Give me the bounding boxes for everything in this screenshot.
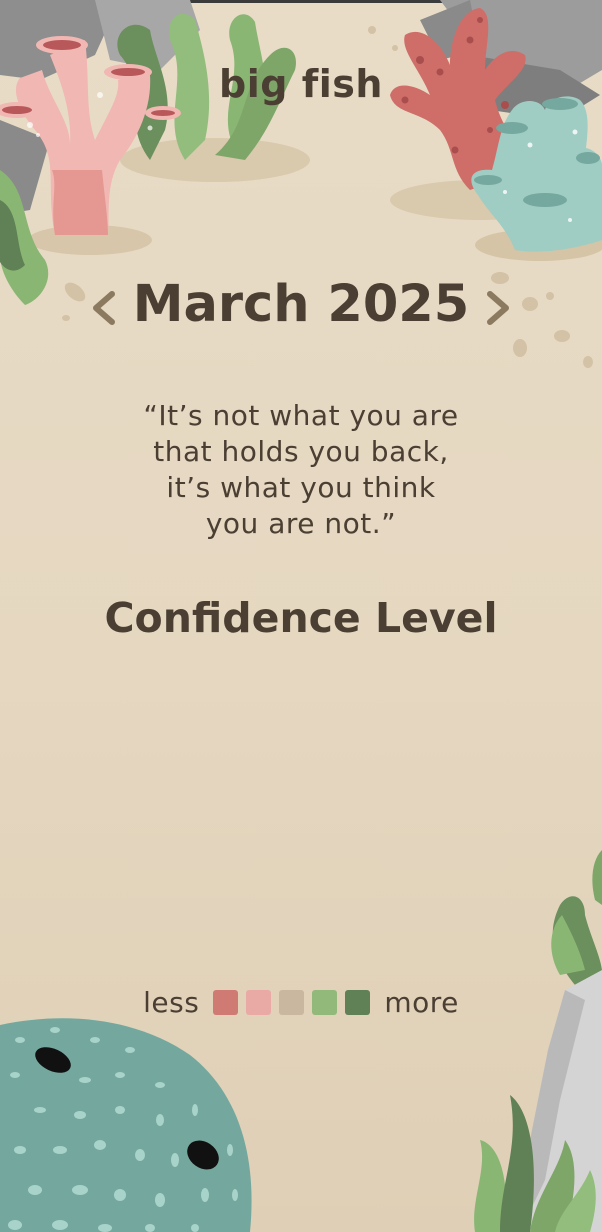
motivational-quote: “It’s not what you are that holds you ba… xyxy=(100,398,502,542)
legend-more-label: more xyxy=(384,985,459,1019)
section-title: Confidence Level xyxy=(104,594,498,642)
confidence-legend: less more xyxy=(0,984,602,1020)
quote-line: “It’s not what you are xyxy=(143,399,459,432)
chevron-right-icon xyxy=(487,291,509,325)
seaweed-bottom-right xyxy=(551,850,602,990)
legend-less-label: less xyxy=(143,985,200,1019)
month-navigator: March 2025 xyxy=(0,272,602,342)
legend-swatch-4 xyxy=(312,989,338,1015)
app-screen: big fish March 2025 “It’s not what you a… xyxy=(0,0,602,1232)
legend-swatch-1 xyxy=(213,989,239,1015)
legend-swatch-3 xyxy=(279,989,305,1015)
quote-line: it’s what you think xyxy=(166,471,436,504)
previous-month-button[interactable] xyxy=(84,286,124,330)
month-label: March 2025 xyxy=(132,275,470,334)
chevron-left-icon xyxy=(93,291,115,325)
quote-line: you are not.” xyxy=(205,507,397,540)
next-month-button[interactable] xyxy=(478,286,518,330)
legend-swatch-5 xyxy=(345,989,371,1015)
fish-bottom-left xyxy=(0,1018,252,1232)
legend-swatch-2 xyxy=(246,989,272,1015)
quote-line: that holds you back, xyxy=(153,435,449,468)
app-title: big fish xyxy=(219,62,383,106)
